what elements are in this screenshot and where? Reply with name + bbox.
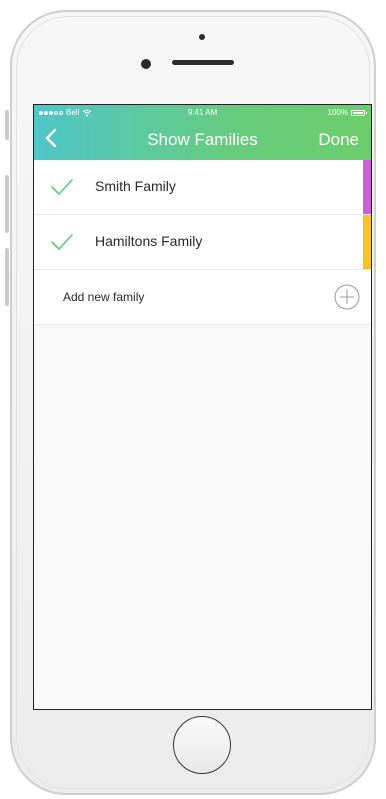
front-camera [141,59,151,69]
home-button[interactable] [173,716,231,774]
status-bar: Bell 9:41 AM 100% [34,108,371,120]
add-family-label: Add new family [63,290,145,304]
status-right: 100% [327,108,367,117]
status-time: 9:41 AM [187,108,218,117]
proximity-sensor [199,34,205,40]
battery-icon [351,109,367,116]
plus-circle-icon[interactable] [334,284,360,310]
battery-percentage: 100% [327,108,348,117]
volume-up-button [5,175,9,233]
family-color-swatch [363,160,371,214]
add-family-row[interactable]: Add new family [34,270,371,325]
family-list: Smith Family Hamiltons Family Add new fa… [34,160,371,325]
earpiece-speaker [172,60,234,65]
navigation-bar: Bell 9:41 AM 100% Show Families Done [34,105,371,160]
family-name: Smith Family [95,178,176,194]
family-color-swatch [363,215,371,269]
family-row-hamiltons[interactable]: Hamiltons Family [34,215,371,270]
mute-switch [5,110,9,140]
volume-down-button [5,248,9,306]
checkmark-icon [51,234,73,250]
family-row-smith[interactable]: Smith Family [34,160,371,215]
app-screen: Bell 9:41 AM 100% Show Families Done Smi… [33,104,372,710]
family-name: Hamiltons Family [95,233,203,249]
checkmark-icon [51,179,73,195]
done-button[interactable]: Done [318,130,359,150]
